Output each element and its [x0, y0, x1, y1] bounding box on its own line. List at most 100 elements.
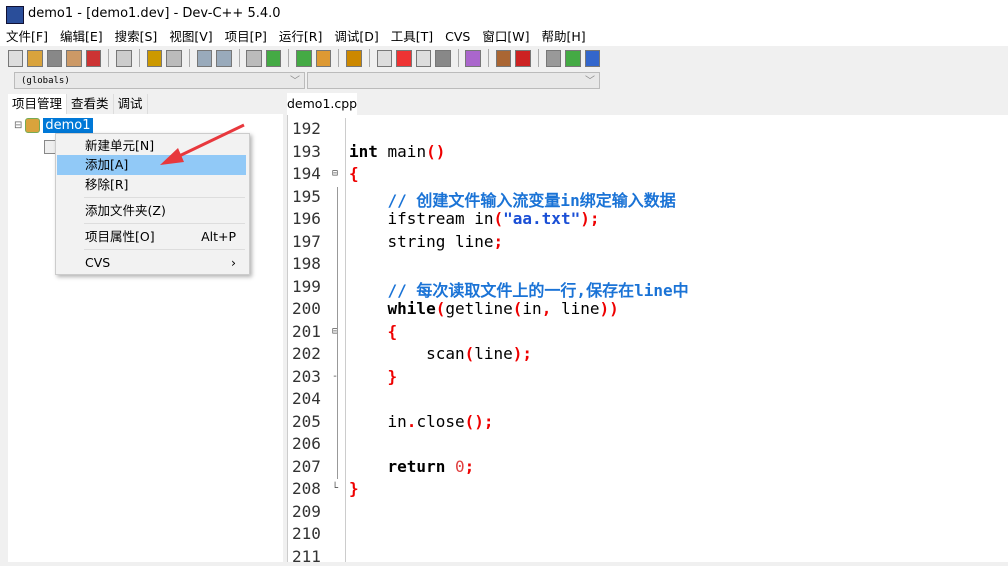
code-line[interactable]: ifstream in("aa.txt");: [349, 209, 600, 228]
fold-line: [337, 389, 338, 412]
toolbar-button-icon[interactable]: [116, 49, 132, 67]
code-line[interactable]: {: [349, 164, 359, 183]
code-line[interactable]: // 每次读取文件上的一行,保存在line中: [349, 277, 689, 301]
code-line[interactable]: // 创建文件输入流变量in绑定输入数据: [349, 187, 676, 211]
context-menu: 新建单元[N] 添加[A] 移除[R] 添加文件夹(Z) 项目属性[O] Alt+P CVS…: [55, 133, 250, 275]
menu-1[interactable]: 编辑[E]: [54, 28, 109, 46]
menu-6[interactable]: 调试[D]: [328, 28, 384, 46]
tree-root[interactable]: ⊟ demo1: [14, 118, 93, 133]
tab-debug[interactable]: 调试: [114, 94, 148, 114]
toolbar-button-icon[interactable]: [495, 49, 512, 67]
fold-line: [337, 321, 338, 344]
toolbar-separator: [188, 49, 190, 67]
code-line[interactable]: scan(line);: [349, 344, 532, 363]
menu-9[interactable]: 窗口[W]: [476, 28, 535, 46]
toolbar-button-icon[interactable]: [246, 49, 262, 67]
toolbar-button-icon[interactable]: [346, 49, 362, 67]
toolbar-button-icon[interactable]: [166, 49, 182, 67]
scope-combo[interactable]: (globals) ﹀: [14, 72, 305, 89]
toolbar-separator: [537, 49, 539, 67]
line-number: 206: [292, 434, 321, 453]
menu-item-5[interactable]: CVS ›: [57, 253, 246, 273]
menu-item-label: 添加文件夹(Z): [85, 203, 166, 218]
line-number: 205: [292, 411, 321, 431]
code-line[interactable]: }: [349, 479, 359, 498]
menu-separator: [84, 223, 245, 224]
symbol-combo[interactable]: ﹀: [307, 72, 600, 89]
toolbar-separator: [108, 49, 110, 67]
code-line[interactable]: string line;: [349, 232, 504, 251]
menu-item-4[interactable]: 项目属性[O] Alt+P: [57, 227, 246, 247]
toolbar-button-icon[interactable]: [146, 49, 163, 67]
tree-root-label: demo1: [43, 118, 93, 133]
toolbar-button-icon[interactable]: [216, 49, 232, 67]
toolbar-button-icon[interactable]: [27, 49, 43, 67]
menu-2[interactable]: 搜索[S]: [109, 28, 164, 46]
toolbar-button-icon[interactable]: [8, 49, 24, 67]
menu-item-label: 新建单元[N]: [85, 138, 155, 153]
toolbar-button-icon[interactable]: [545, 49, 562, 67]
toolbar-button-icon[interactable]: [515, 49, 531, 67]
fold-line: [337, 231, 338, 254]
chevron-down-icon: ﹀: [585, 76, 595, 87]
tab-classes[interactable]: 查看类: [67, 94, 114, 114]
line-number: 194: [292, 164, 321, 183]
tab-demo1-cpp[interactable]: demo1.cpp: [287, 93, 357, 115]
toolbar-button-icon[interactable]: [465, 49, 481, 67]
line-number: 204: [292, 389, 321, 408]
fold-marker-icon[interactable]: └: [332, 483, 338, 494]
code-line[interactable]: in.close();: [349, 412, 494, 431]
toolbar-button-icon[interactable]: [296, 49, 312, 67]
line-number: 199: [292, 276, 321, 296]
menu-item-2[interactable]: 移除[R]: [57, 175, 246, 195]
toolbar-button-icon[interactable]: [265, 49, 282, 67]
menu-5[interactable]: 运行[R]: [273, 28, 328, 46]
fold-line: [337, 186, 338, 209]
menu-item-1[interactable]: 添加[A]: [57, 155, 246, 175]
tab-project[interactable]: 项目管理: [8, 94, 68, 114]
code-line[interactable]: return 0;: [349, 457, 475, 476]
line-number: 203: [292, 366, 321, 386]
fold-line: [337, 254, 338, 277]
line-number: 192: [292, 119, 321, 138]
menu-item-3[interactable]: 添加文件夹(Z): [57, 201, 246, 221]
toolbar-button-icon[interactable]: [435, 49, 451, 67]
menu-7[interactable]: 工具[T]: [385, 28, 439, 46]
menu-3[interactable]: 视图[V]: [163, 28, 218, 46]
toolbar-separator: [368, 49, 370, 67]
toolbar-button-icon[interactable]: [565, 49, 581, 67]
collapse-icon[interactable]: ⊟: [14, 120, 22, 131]
line-number: 208: [292, 479, 321, 498]
code-line[interactable]: }: [349, 367, 398, 386]
toolbar: [8, 47, 601, 69]
toolbar-button-icon[interactable]: [584, 49, 601, 67]
menu-10[interactable]: 帮助[H]: [536, 28, 592, 46]
toolbar-button-icon[interactable]: [196, 49, 213, 67]
menu-item-label: 移除[R]: [85, 177, 129, 192]
toolbar-button-icon[interactable]: [46, 49, 63, 67]
fold-line: [337, 456, 338, 479]
menu-separator: [84, 197, 245, 198]
fold-line: [337, 299, 338, 322]
window-title: demo1 - [demo1.dev] - Dev-C++ 5.4.0: [28, 6, 281, 21]
menu-8[interactable]: CVS: [439, 28, 476, 46]
toolbar-separator: [288, 49, 290, 67]
code-line[interactable]: {: [349, 322, 398, 341]
menu-item-label: 项目属性[O]: [85, 229, 155, 244]
menu-bar: 文件[F] 编辑[E] 搜索[S] 视图[V] 项目[P] 运行[R] 调试[D] 工具[T]…: [0, 28, 1008, 46]
fold-marker-icon[interactable]: ⊟: [332, 168, 338, 179]
menu-0[interactable]: 文件[F]: [0, 28, 54, 46]
toolbar-button-icon[interactable]: [85, 49, 102, 67]
toolbar-button-icon[interactable]: [315, 49, 332, 67]
code-line[interactable]: int main(): [349, 142, 445, 161]
toolbar-button-icon[interactable]: [396, 49, 412, 67]
menu-item-0[interactable]: 新建单元[N]: [57, 136, 246, 156]
toolbar-button-icon[interactable]: [415, 49, 432, 67]
fold-line: [337, 209, 338, 232]
toolbar-button-icon[interactable]: [376, 49, 393, 67]
toolbar-separator: [238, 49, 240, 67]
menu-4[interactable]: 项目[P]: [219, 28, 273, 46]
project-icon: [25, 118, 41, 133]
code-line[interactable]: while(getline(in, line)): [349, 299, 619, 318]
toolbar-button-icon[interactable]: [66, 49, 82, 67]
